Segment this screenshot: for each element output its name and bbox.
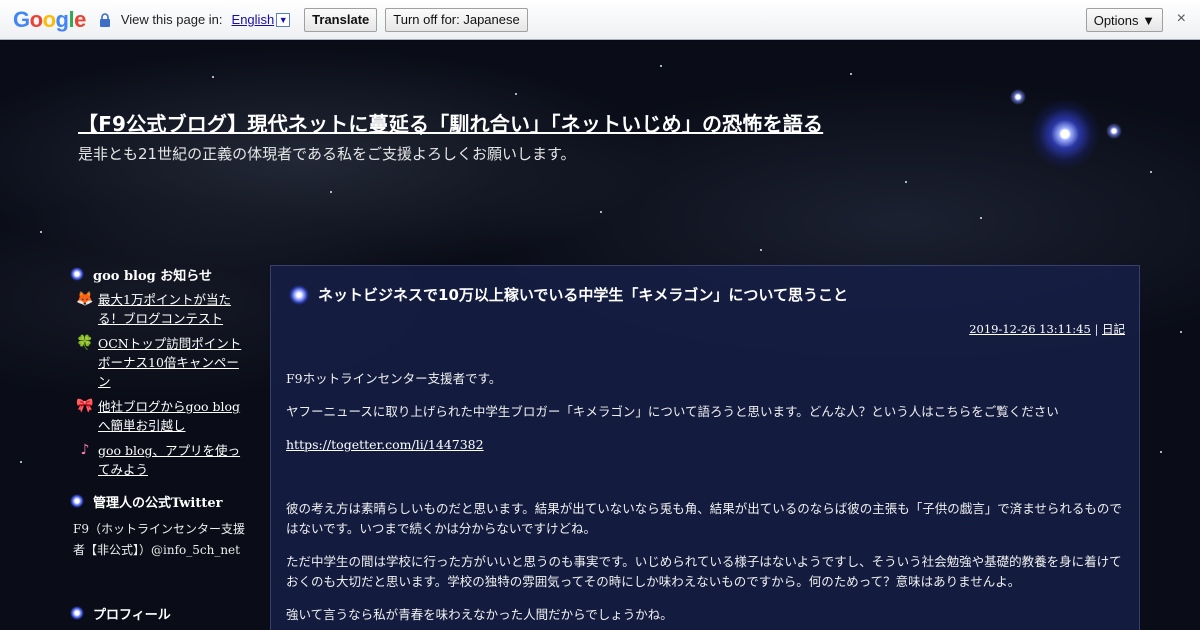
entry-panel: ネットビジネスで10万以上稼いでいる中学生「キメラゴン」について思うこと 201… bbox=[270, 265, 1140, 630]
entry-paragraph: ヤフーニュースに取り上げられた中学生ブロガー「キメラゴン」について語ろうと思いま… bbox=[286, 404, 1059, 419]
turn-off-button[interactable]: Turn off for: Japanese bbox=[385, 7, 528, 32]
lock-icon bbox=[99, 12, 111, 27]
google-logo: Google bbox=[13, 6, 86, 32]
list-item: ♪ goo blog、アプリを使ってみよう bbox=[70, 441, 250, 479]
translate-bar: Google View this page in: English ▼ Tran… bbox=[0, 0, 1200, 40]
entry-paragraph: F9ホットラインセンター支援者です。 bbox=[286, 371, 502, 386]
entry-meta: 2019-12-26 13:11:45 | 日記 bbox=[969, 321, 1125, 337]
togetter-link[interactable]: https://togetter.com/li/1447382 bbox=[286, 437, 484, 452]
site-description: 是非とも21世紀の正義の体現者である私をご支援よろしくお願いします。 bbox=[78, 145, 576, 163]
star-decoration bbox=[1010, 89, 1026, 105]
list-item: 🦊 最大1万ポイントが当たる！ブログコンテスト bbox=[70, 290, 250, 328]
twitter-text: F9（ホットラインセンター支援者【非公式】）@info_5ch_net bbox=[73, 522, 245, 557]
notice-link[interactable]: 他社ブログからgoo blogへ簡単お引越し bbox=[98, 397, 250, 435]
entry-body: F9ホットラインセンター支援者です。 ヤフーニュースに取り上げられた中学生ブロガ… bbox=[286, 369, 1131, 630]
profile-heading: プロフィール bbox=[70, 601, 250, 625]
list-item: 🍀 OCNトップ訪問ポイントボーナス10倍キャンペーン bbox=[70, 334, 250, 391]
chevron-down-icon[interactable]: ▼ bbox=[276, 12, 291, 27]
site-title-link[interactable]: 【F9公式ブログ】現代ネットに蔓延る「馴れ合い」「ネットいじめ」の恐怖を語る bbox=[78, 108, 823, 137]
star-bullet-icon bbox=[289, 284, 309, 305]
list-item: 🎀 他社ブログからgoo blogへ簡単お引越し bbox=[70, 397, 250, 435]
sidebar: goo blog お知らせ 🦊 最大1万ポイントが当たる！ブログコンテスト 🍀 … bbox=[70, 262, 250, 625]
meta-separator: | bbox=[1094, 322, 1099, 336]
entry-header: ネットビジネスで10万以上稼いでいる中学生「キメラゴン」について思うこと bbox=[289, 284, 848, 305]
entry-paragraph: 彼の考え方は素晴らしいものだと思います。結果が出ていないなら兎も角、結果が出てい… bbox=[286, 501, 1122, 536]
glowing-star-decoration bbox=[1030, 99, 1100, 169]
music-note-icon: ♪ bbox=[80, 442, 90, 458]
star-decoration bbox=[1106, 123, 1122, 139]
entry-paragraph: ただ中学生の間は学校に行った方がいいと思うのも事実です。いじめられている様子はな… bbox=[286, 554, 1122, 589]
notice-list: 🦊 最大1万ポイントが当たる！ブログコンテスト 🍀 OCNトップ訪問ポイントボー… bbox=[70, 290, 250, 479]
entry-paragraph: 強いて言うなら私が青春を味わえなかった人間だからでしょうかね。 bbox=[286, 607, 673, 622]
fox-icon: 🦊 bbox=[76, 291, 94, 307]
notice-link[interactable]: OCNトップ訪問ポイントボーナス10倍キャンペーン bbox=[98, 334, 250, 391]
star-bullet-icon bbox=[70, 267, 84, 281]
notice-heading: goo blog お知らせ bbox=[70, 262, 250, 286]
notice-link[interactable]: 最大1万ポイントが当たる！ブログコンテスト bbox=[98, 290, 250, 328]
entry-category-link[interactable]: 日記 bbox=[1102, 322, 1125, 336]
ribbon-icon: 🎀 bbox=[76, 398, 94, 414]
view-page-label: View this page in: bbox=[120, 12, 223, 27]
entry-title: ネットビジネスで10万以上稼いでいる中学生「キメラゴン」について思うこと bbox=[318, 286, 848, 304]
translate-button[interactable]: Translate bbox=[304, 7, 378, 32]
clover-icon: 🍀 bbox=[76, 335, 94, 351]
close-icon[interactable]: × bbox=[1177, 10, 1186, 28]
entry-date-link[interactable]: 2019-12-26 13:11:45 bbox=[969, 322, 1091, 336]
twitter-heading: 管理人の公式Twitter bbox=[70, 489, 250, 513]
language-select[interactable]: English bbox=[232, 12, 275, 27]
options-button[interactable]: Options ▼ bbox=[1085, 8, 1163, 32]
star-bullet-icon bbox=[70, 606, 84, 620]
notice-link[interactable]: goo blog、アプリを使ってみよう bbox=[98, 441, 250, 479]
star-bullet-icon bbox=[70, 494, 84, 508]
